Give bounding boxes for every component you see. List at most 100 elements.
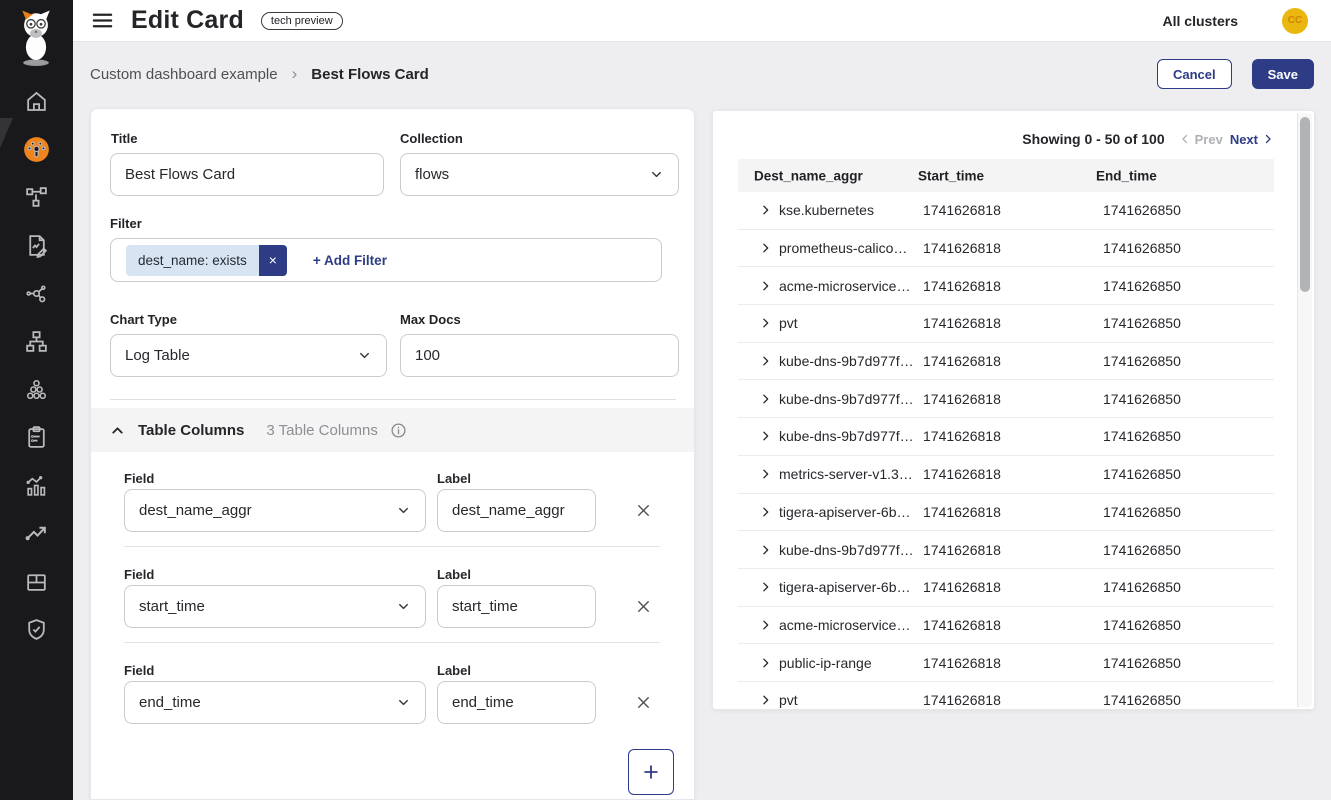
expand-row-chevron-icon[interactable]: [759, 204, 772, 217]
showing-count: Showing 0 - 50 of 100: [1022, 131, 1164, 147]
expand-row-chevron-icon[interactable]: [759, 355, 772, 368]
sidebar-item-clusters[interactable]: [0, 365, 73, 413]
title-input[interactable]: [110, 153, 384, 196]
table-row[interactable]: tigera-apiserver-6b… 1741626818 17416268…: [738, 494, 1274, 532]
chevron-up-icon: [109, 422, 126, 439]
calico-logo[interactable]: [14, 8, 58, 68]
table-row[interactable]: kube-dns-9b7d977f… 1741626818 1741626850: [738, 380, 1274, 418]
end-time-cell: 1741626850: [1103, 278, 1181, 294]
chart-type-select[interactable]: Log Table: [110, 334, 387, 377]
table-columns-list: Field dest_name_aggr Label dest_name_agg…: [91, 461, 694, 749]
menu-button[interactable]: [91, 9, 114, 32]
table-row[interactable]: kse.kubernetes 1741626818 1741626850: [738, 192, 1274, 230]
sidebar-item-trends[interactable]: [0, 509, 73, 557]
sidebar-item-home[interactable]: [0, 77, 73, 125]
expand-row-chevron-icon[interactable]: [759, 505, 772, 518]
remove-column-button[interactable]: [627, 686, 659, 718]
start-time-cell: 1741626818: [923, 655, 1001, 671]
cluster-selector[interactable]: All clusters: [1163, 13, 1238, 29]
dest-name-cell: kube-dns-9b7d977f…: [779, 391, 914, 407]
breadcrumb-parent-link[interactable]: Custom dashboard example: [90, 66, 278, 83]
expand-row-chevron-icon[interactable]: [759, 581, 772, 594]
table-row[interactable]: acme-microservice… 1741626818 1741626850: [738, 267, 1274, 305]
table-row[interactable]: public-ip-range 1741626818 1741626850: [738, 644, 1274, 682]
start-time-cell: 1741626818: [923, 692, 1001, 708]
close-icon: [634, 693, 653, 712]
expand-row-chevron-icon[interactable]: [759, 317, 772, 330]
prev-page-button[interactable]: Prev: [1179, 132, 1223, 147]
expand-row-chevron-icon[interactable]: [759, 694, 772, 707]
tech-preview-badge: tech preview: [261, 12, 343, 30]
table-columns-header[interactable]: Table Columns 3 Table Columns: [91, 408, 694, 452]
sidebar-item-sitemap[interactable]: [0, 317, 73, 365]
label-input[interactable]: dest_name_aggr: [437, 489, 596, 532]
field-select[interactable]: end_time: [124, 681, 426, 724]
expand-row-chevron-icon[interactable]: [759, 468, 772, 481]
expand-row-chevron-icon[interactable]: [759, 656, 772, 669]
next-page-button[interactable]: Next: [1230, 132, 1274, 147]
collection-select[interactable]: flows: [400, 153, 679, 196]
title-label: Title: [111, 131, 138, 146]
info-icon[interactable]: [390, 422, 407, 439]
sidebar-item-security[interactable]: [0, 605, 73, 653]
table-row[interactable]: pvt 1741626818 1741626850: [738, 305, 1274, 343]
dest-name-cell: kse.kubernetes: [779, 202, 874, 218]
expand-row-chevron-icon[interactable]: [759, 392, 772, 405]
expand-row-chevron-icon[interactable]: [759, 430, 772, 443]
sidebar-item-statistics[interactable]: [0, 461, 73, 509]
filter-input-area[interactable]: dest_name: exists × + Add Filter: [110, 238, 662, 282]
preview-scrollbar-thumb[interactable]: [1300, 117, 1310, 292]
remove-column-button[interactable]: [627, 494, 659, 526]
field-value: dest_name_aggr: [139, 502, 252, 519]
table-column-row: Field dest_name_aggr Label dest_name_agg…: [91, 461, 694, 557]
end-time-cell: 1741626850: [1103, 504, 1181, 520]
sidebar-item-reports[interactable]: [0, 221, 73, 269]
table-row[interactable]: metrics-server-v1.3… 1741626818 17416268…: [738, 456, 1274, 494]
table-row[interactable]: kube-dns-9b7d977f… 1741626818 1741626850: [738, 343, 1274, 381]
add-filter-link[interactable]: + Add Filter: [313, 253, 387, 268]
remove-column-button[interactable]: [627, 590, 659, 622]
home-icon: [24, 89, 49, 114]
sidebar-item-dashboards[interactable]: [0, 125, 73, 173]
table-row[interactable]: tigera-apiserver-6b… 1741626818 17416268…: [738, 569, 1274, 607]
cancel-button[interactable]: Cancel: [1157, 59, 1232, 89]
col-header-dest: Dest_name_aggr: [754, 168, 863, 183]
start-time-cell: 1741626818: [923, 428, 1001, 444]
next-label: Next: [1230, 132, 1258, 147]
table-row[interactable]: pvt 1741626818 1741626850: [738, 682, 1274, 710]
max-docs-input[interactable]: [400, 334, 679, 377]
sidebar-item-compliance[interactable]: [0, 413, 73, 461]
table-row[interactable]: kube-dns-9b7d977f… 1741626818 1741626850: [738, 418, 1274, 456]
field-select[interactable]: start_time: [124, 585, 426, 628]
dest-name-cell: kube-dns-9b7d977f…: [779, 542, 914, 558]
avatar[interactable]: CC: [1282, 8, 1308, 34]
end-time-cell: 1741626850: [1103, 692, 1181, 708]
start-time-cell: 1741626818: [923, 504, 1001, 520]
label-input[interactable]: end_time: [437, 681, 596, 724]
table-header-row: Dest_name_aggr Start_time End_time: [738, 159, 1274, 192]
sidebar-item-packages[interactable]: [0, 557, 73, 605]
chevron-down-icon: [357, 348, 372, 363]
save-button[interactable]: Save: [1252, 59, 1314, 89]
sidebar-item-topology[interactable]: [0, 173, 73, 221]
chevron-down-icon: [396, 503, 411, 518]
expand-row-chevron-icon[interactable]: [759, 543, 772, 556]
add-column-button[interactable]: [628, 749, 674, 795]
field-select[interactable]: dest_name_aggr: [124, 489, 426, 532]
dest-name-cell: metrics-server-v1.3…: [779, 466, 913, 482]
start-time-cell: 1741626818: [923, 202, 1001, 218]
max-docs-label: Max Docs: [400, 312, 461, 327]
calico-cat-icon: [14, 8, 58, 68]
dest-name-cell: acme-microservice…: [779, 278, 910, 294]
expand-row-chevron-icon[interactable]: [759, 618, 772, 631]
expand-row-chevron-icon[interactable]: [759, 242, 772, 255]
table-row[interactable]: acme-microservice… 1741626818 1741626850: [738, 607, 1274, 645]
expand-row-chevron-icon[interactable]: [759, 279, 772, 292]
sidebar-item-service-graph[interactable]: [0, 269, 73, 317]
table-row[interactable]: prometheus-calico… 1741626818 1741626850: [738, 230, 1274, 268]
breadcrumb-current: Best Flows Card: [311, 66, 429, 83]
label-input[interactable]: start_time: [437, 585, 596, 628]
filter-chip-remove-icon[interactable]: ×: [259, 245, 287, 276]
table-row[interactable]: kube-dns-9b7d977f… 1741626818 1741626850: [738, 531, 1274, 569]
collapse-section-button[interactable]: [109, 422, 126, 439]
